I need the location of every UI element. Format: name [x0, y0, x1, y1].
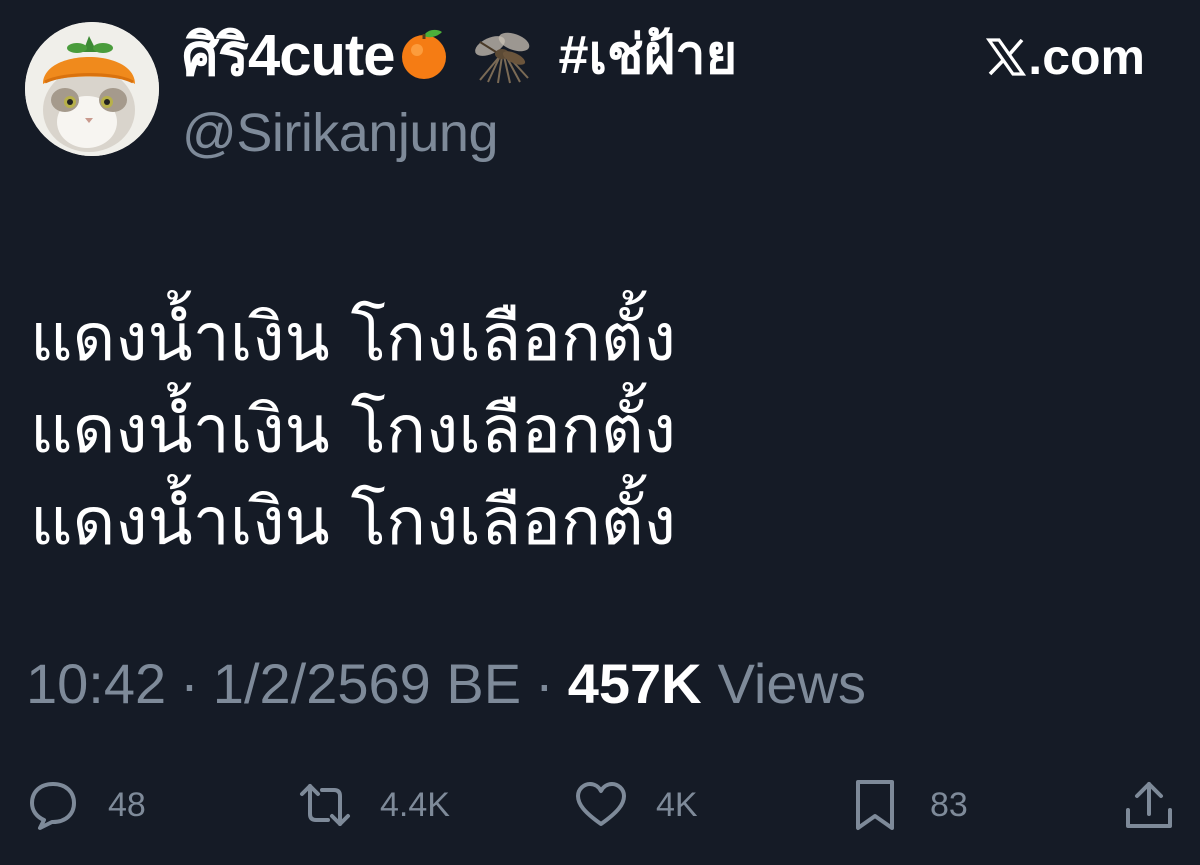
- tweet-line: แดงน้ำเงิน โกงเลือกตั้ง: [30, 391, 677, 468]
- repost-button[interactable]: 4.4K: [298, 770, 450, 840]
- share-button[interactable]: [1122, 770, 1176, 840]
- author-handle[interactable]: @Sirikanjung: [182, 102, 498, 164]
- repost-icon: [298, 778, 352, 832]
- author-avatar[interactable]: [25, 22, 159, 156]
- views-count: 457K: [567, 651, 702, 715]
- share-icon: [1122, 778, 1176, 832]
- tweet-time[interactable]: 10:42: [26, 651, 166, 716]
- author-hashtag[interactable]: #เช่ฝ้าย: [558, 11, 737, 97]
- tweet-line: แดงน้ำเงิน โกงเลือกตั้ง: [30, 299, 677, 376]
- x-brand: .com: [986, 28, 1145, 86]
- reply-icon: [26, 778, 80, 832]
- x-logo-icon: [986, 37, 1027, 77]
- tweet-meta: 10:42 · 1/2/2569 BE · 457K Views: [26, 648, 866, 718]
- orange-emoji-icon: [396, 26, 452, 82]
- bookmark-button[interactable]: 83: [848, 770, 968, 840]
- tweet-text: แดงน้ำเงิน โกงเลือกตั้ง แดงน้ำเงิน โกงเล…: [30, 292, 1170, 568]
- author-name-row: ศิริ4cute #เช่ฝ้าย: [182, 18, 737, 90]
- bookmark-count: 83: [930, 785, 968, 824]
- bookmark-icon: [848, 778, 902, 832]
- mosquito-emoji-icon: [470, 24, 536, 84]
- tweet-date[interactable]: 1/2/2569 BE: [213, 651, 521, 716]
- like-count: 4K: [656, 785, 698, 824]
- x-brand-label: .com: [1028, 29, 1145, 85]
- views-label: Views: [717, 651, 866, 715]
- tweet-line: แดงน้ำเงิน โกงเลือกตั้ง: [30, 483, 677, 560]
- reply-button[interactable]: 48: [26, 770, 146, 840]
- tweet-action-bar: 48 4.4K 4K 83: [0, 770, 1200, 840]
- heart-icon: [574, 778, 628, 832]
- reply-count: 48: [108, 785, 146, 824]
- meta-separator: ·: [180, 651, 199, 715]
- like-button[interactable]: 4K: [574, 770, 698, 840]
- author-display-name[interactable]: ศิริ4cute: [182, 8, 395, 101]
- cat-avatar-image: [25, 22, 159, 156]
- repost-count: 4.4K: [380, 785, 450, 824]
- meta-separator: ·: [535, 651, 554, 715]
